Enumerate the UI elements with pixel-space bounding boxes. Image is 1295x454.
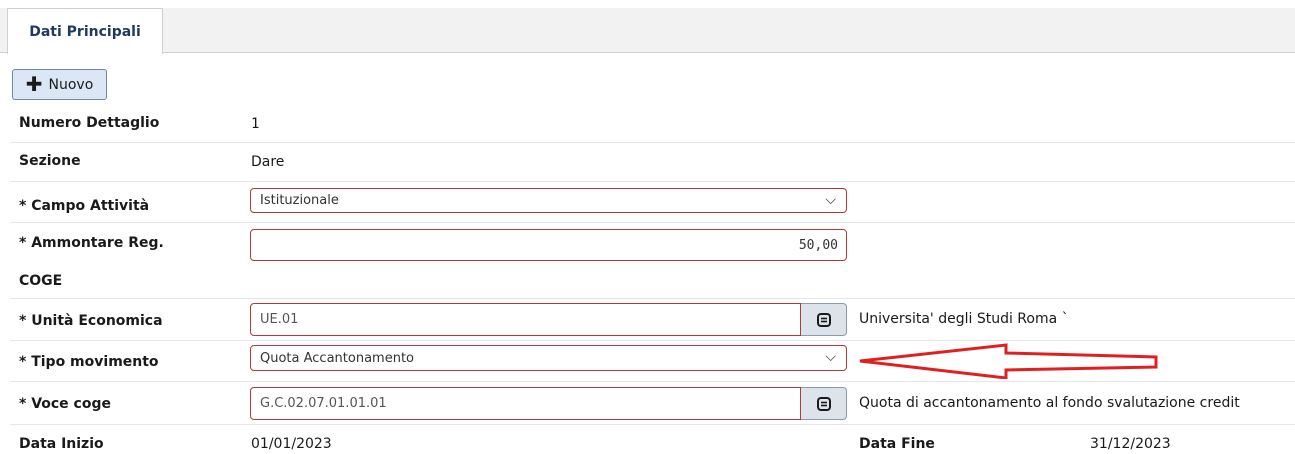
lookup-icon: [816, 396, 831, 411]
sezione-label: Sezione: [19, 153, 81, 169]
sezione-value: Dare: [251, 154, 285, 170]
divider: [10, 298, 1295, 299]
divider: [10, 181, 1295, 182]
data-fine-value: 31/12/2023: [1090, 436, 1171, 452]
campo-attivita-select[interactable]: Istituzionale ⌵: [250, 188, 847, 213]
data-fine-label: Data Fine: [859, 436, 935, 452]
voce-coge-description: Quota di accantonamento al fondo svaluta…: [859, 395, 1240, 411]
voce-coge-label: * Voce coge: [19, 396, 111, 412]
chevron-down-icon: ⌵: [825, 349, 836, 365]
divider: [10, 340, 1295, 341]
annotation-arrow-icon: [859, 343, 1158, 379]
new-button[interactable]: ✚ Nuovo: [12, 69, 107, 100]
data-inizio-value: 01/01/2023: [251, 436, 332, 452]
divider: [10, 381, 1295, 382]
tipo-movimento-selected: Quota Accantonamento: [260, 350, 414, 366]
numero-dettaglio-value: 1: [251, 116, 260, 132]
tab-dati-principali[interactable]: Dati Principali: [7, 8, 163, 54]
lookup-icon: [816, 312, 831, 327]
unita-economica-description: Universita' degli Studi Roma `: [859, 311, 1069, 327]
numero-dettaglio-label: Numero Dettaglio: [19, 115, 160, 131]
tipo-movimento-select[interactable]: Quota Accantonamento ⌵: [250, 345, 847, 371]
campo-attivita-label: * Campo Attività: [19, 198, 150, 214]
data-inizio-label: Data Inizio: [19, 436, 104, 452]
chevron-down-icon: ⌵: [825, 192, 836, 208]
voce-coge-input[interactable]: G.C.02.07.01.01.01: [250, 387, 801, 420]
divider: [10, 222, 1295, 223]
campo-attivita-selected: Istituzionale: [260, 193, 339, 208]
ammontare-input[interactable]: 50,00: [250, 229, 847, 261]
tipo-movimento-label: * Tipo movimento: [19, 354, 159, 370]
divider: [10, 424, 1295, 425]
voce-coge-lookup-button[interactable]: [801, 387, 847, 420]
ammontare-label-line1: * Ammontare Reg.: [19, 235, 164, 251]
new-button-label: Nuovo: [48, 76, 94, 93]
ammontare-label-line2: COGE: [19, 273, 63, 289]
divider: [10, 142, 1295, 143]
tab-bar: Dati Principali: [0, 8, 1295, 54]
unita-economica-input[interactable]: UE.01: [250, 303, 801, 336]
unita-economica-label: * Unità Economica: [19, 313, 163, 329]
unita-economica-lookup-button[interactable]: [801, 303, 847, 336]
plus-icon: ✚: [25, 71, 43, 96]
